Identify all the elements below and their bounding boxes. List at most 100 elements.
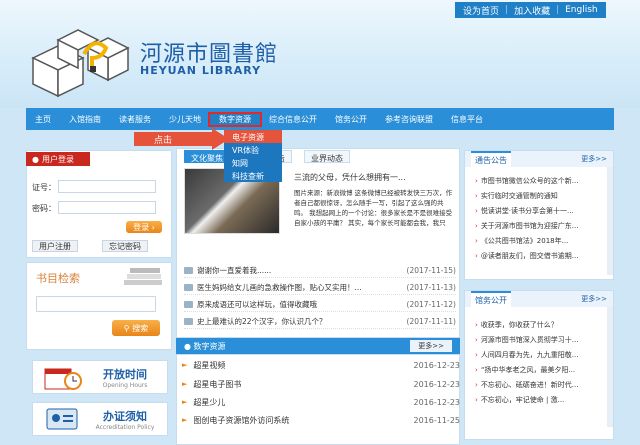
resource-date: 2016-12-23: [413, 360, 461, 370]
arrow-icon: ►: [182, 398, 188, 406]
book-search-title: 书目检索: [36, 272, 80, 285]
nav-home[interactable]: 主页: [26, 114, 60, 125]
calendar-clock-icon: [44, 368, 82, 390]
dropdown-item-vr[interactable]: VR体验: [224, 143, 282, 156]
arrow-icon: ►: [182, 361, 188, 369]
feature-title[interactable]: 三流的父母，凭什么想拥有一...: [294, 172, 406, 183]
bullet-icon: [184, 284, 193, 291]
news-date: (2017-11-13): [406, 283, 456, 292]
affairs-item[interactable]: › 河源市图书馆深入贯彻学习十...: [465, 332, 607, 347]
user-icon: ●: [32, 154, 39, 164]
notices-panel: 通告公告 更多>> › 市图书馆微信公众号的这个新... › 实行临时交通管制的通知…: [464, 150, 614, 280]
nav-digital-resources[interactable]: 数字资源: [208, 111, 262, 127]
nav-children[interactable]: 少儿天地: [160, 114, 210, 125]
click-hint-arrow-icon: [134, 128, 229, 150]
news-item[interactable]: 原来成语还可以这样玩，值得收藏哦 (2017-11-12): [184, 298, 456, 312]
digital-resources-title: ● 数字资源: [184, 341, 226, 351]
resource-item[interactable]: ► 超星少儿 2016-12-23: [182, 393, 460, 411]
affairs-more-link[interactable]: 更多>>: [581, 294, 607, 304]
set-homepage-link[interactable]: 设为首页: [463, 4, 499, 17]
news-title: 谢谢你一直爱着我......: [197, 266, 272, 275]
dropdown-item-e-resources[interactable]: 电子资源: [224, 130, 282, 143]
affairs-item[interactable]: › “扬中华孝老之风，最美夕阳...: [465, 362, 607, 377]
notice-item[interactable]: › 《公共图书馆法》2018年...: [465, 233, 607, 248]
resource-item[interactable]: ► 超星视频 2016-12-23: [182, 356, 460, 374]
nav-info-platform[interactable]: 信息平台: [442, 114, 492, 125]
library-name-en: HEYUAN LIBRARY: [140, 64, 262, 77]
separator: |: [556, 5, 560, 15]
library-logo-icon[interactable]: [28, 18, 136, 100]
affairs-item[interactable]: › 人间四月春为先，九九重阳敬...: [465, 347, 607, 362]
nav-reference-alliance[interactable]: 参考咨询联盟: [376, 114, 442, 125]
notices-scrollbar[interactable]: [607, 167, 613, 275]
password-input[interactable]: [58, 201, 156, 214]
arrow-icon: ►: [182, 380, 188, 388]
card-number-label: 证号：: [32, 183, 56, 192]
book-search-input[interactable]: [36, 296, 156, 312]
nav-affairs[interactable]: 馆务公开: [326, 114, 376, 125]
feature-body: 图片来源：新浪微博 这条微博已经被转发快三万次，作者自己都很惊讶，怎么随手一写，…: [294, 189, 453, 227]
card-number-input[interactable]: [58, 180, 156, 193]
notices-more-link[interactable]: 更多>>: [581, 154, 607, 164]
resource-date: 2016-12-23: [413, 397, 461, 407]
notice-item[interactable]: › 实行临时交通管制的通知: [465, 188, 607, 203]
affairs-header: 馆务公开 更多>>: [465, 290, 613, 308]
login-header: ● 用户登录: [26, 152, 90, 166]
separator: |: [505, 5, 509, 15]
main-nav: 主页 入馆指南 读者服务 少儿天地 数字资源 综合信息公开 馆务公开 参考咨询联…: [26, 108, 614, 130]
resource-date: 2016-11-25: [413, 415, 461, 425]
forgot-password-button[interactable]: 忘记密码: [102, 240, 148, 252]
notice-item[interactable]: › @读者朋友们，图交借书逾期...: [465, 248, 607, 263]
resource-date: 2016-12-23: [413, 379, 461, 389]
notice-item[interactable]: › 市图书馆微信公众号的这个新...: [465, 173, 607, 188]
affairs-title: 馆务公开: [471, 290, 511, 308]
bullet-icon: [184, 318, 193, 325]
resource-title: 超星少儿: [193, 397, 226, 407]
tab-industry-news[interactable]: 业界动态: [304, 150, 350, 163]
notices-title: 通告公告: [471, 150, 511, 168]
news-item[interactable]: 谢谢你一直爱着我...... (2017-11-15): [184, 264, 456, 278]
resource-item[interactable]: ► 超星电子图书 2016-12-23: [182, 375, 460, 393]
resource-title: 超星电子图书: [193, 379, 242, 389]
dropdown-item-novelty-search[interactable]: 科技查新: [224, 169, 282, 182]
add-favorite-link[interactable]: 加入收藏: [514, 4, 550, 17]
affairs-item[interactable]: › 收获季，你收获了什么？: [465, 317, 607, 332]
login-title: 用户登录: [41, 154, 74, 164]
accreditation-sub: Accreditation Policy: [95, 423, 155, 431]
news-item[interactable]: 医生妈妈给女儿画的急救操作图，贴心又实用！... (2017-11-13): [184, 281, 456, 295]
click-hint-label: 点击: [154, 136, 173, 146]
affairs-scrollbar[interactable]: [607, 307, 613, 427]
top-links: 设为首页 | 加入收藏 | English: [455, 2, 606, 18]
news-title: 史上最难认的22个汉字，你认识几个？: [197, 317, 327, 326]
nav-info-disclosure[interactable]: 综合信息公开: [260, 114, 326, 125]
nav-reader-service[interactable]: 读者服务: [110, 114, 160, 125]
dropdown-item-cnki[interactable]: 知网: [224, 156, 282, 169]
notice-item[interactable]: › 关于河源市图书馆为迎接广东...: [465, 218, 607, 233]
arrow-icon: ►: [182, 416, 188, 424]
search-button[interactable]: ⚲ 搜索: [112, 320, 160, 336]
register-button[interactable]: 用户注册: [32, 240, 78, 252]
news-item[interactable]: 史上最难认的22个汉字，你认识几个？ (2017-11-11): [184, 315, 456, 329]
news-date: (2017-11-11): [406, 317, 456, 326]
nav-guide[interactable]: 入馆指南: [60, 114, 110, 125]
login-button[interactable]: 登录 ›: [126, 221, 162, 233]
digital-more-link[interactable]: 更多>>: [410, 340, 452, 352]
english-link[interactable]: English: [565, 5, 598, 15]
notice-item[interactable]: › 悦读讲堂·读书分享会第十一...: [465, 203, 607, 218]
affairs-item[interactable]: › 不忘初心，牢记使命 | 激...: [465, 392, 607, 407]
login-button-label: 登录: [133, 222, 150, 232]
search-icon: ⚲: [123, 323, 130, 333]
affairs-item[interactable]: › 不忘初心、砥砺奋进！新时代...: [465, 377, 607, 392]
digital-resources-dropdown: 电子资源 VR体验 知网 科技查新: [224, 130, 282, 182]
opening-hours-card[interactable]: 开放时间 Opening Hours: [32, 360, 168, 394]
accreditation-title: 办证须知: [103, 409, 147, 423]
news-title: 医生妈妈给女儿画的急救操作图，贴心又实用！...: [197, 283, 362, 292]
news-title: 原来成语还可以这样玩，值得收藏哦: [197, 300, 317, 309]
resource-title: 超星视频: [193, 360, 226, 370]
search-button-label: 搜索: [132, 323, 149, 333]
resource-item[interactable]: ► 图创电子资源馆外访问系统 2016-11-25: [182, 411, 460, 429]
accreditation-card[interactable]: 办证须知 Accreditation Policy: [32, 402, 168, 436]
password-label: 密码：: [32, 204, 56, 213]
bullet-icon: [184, 267, 193, 274]
affairs-panel: 馆务公开 更多>> › 收获季，你收获了什么？ › 河源市图书馆深入贯彻学习十...…: [464, 290, 614, 440]
